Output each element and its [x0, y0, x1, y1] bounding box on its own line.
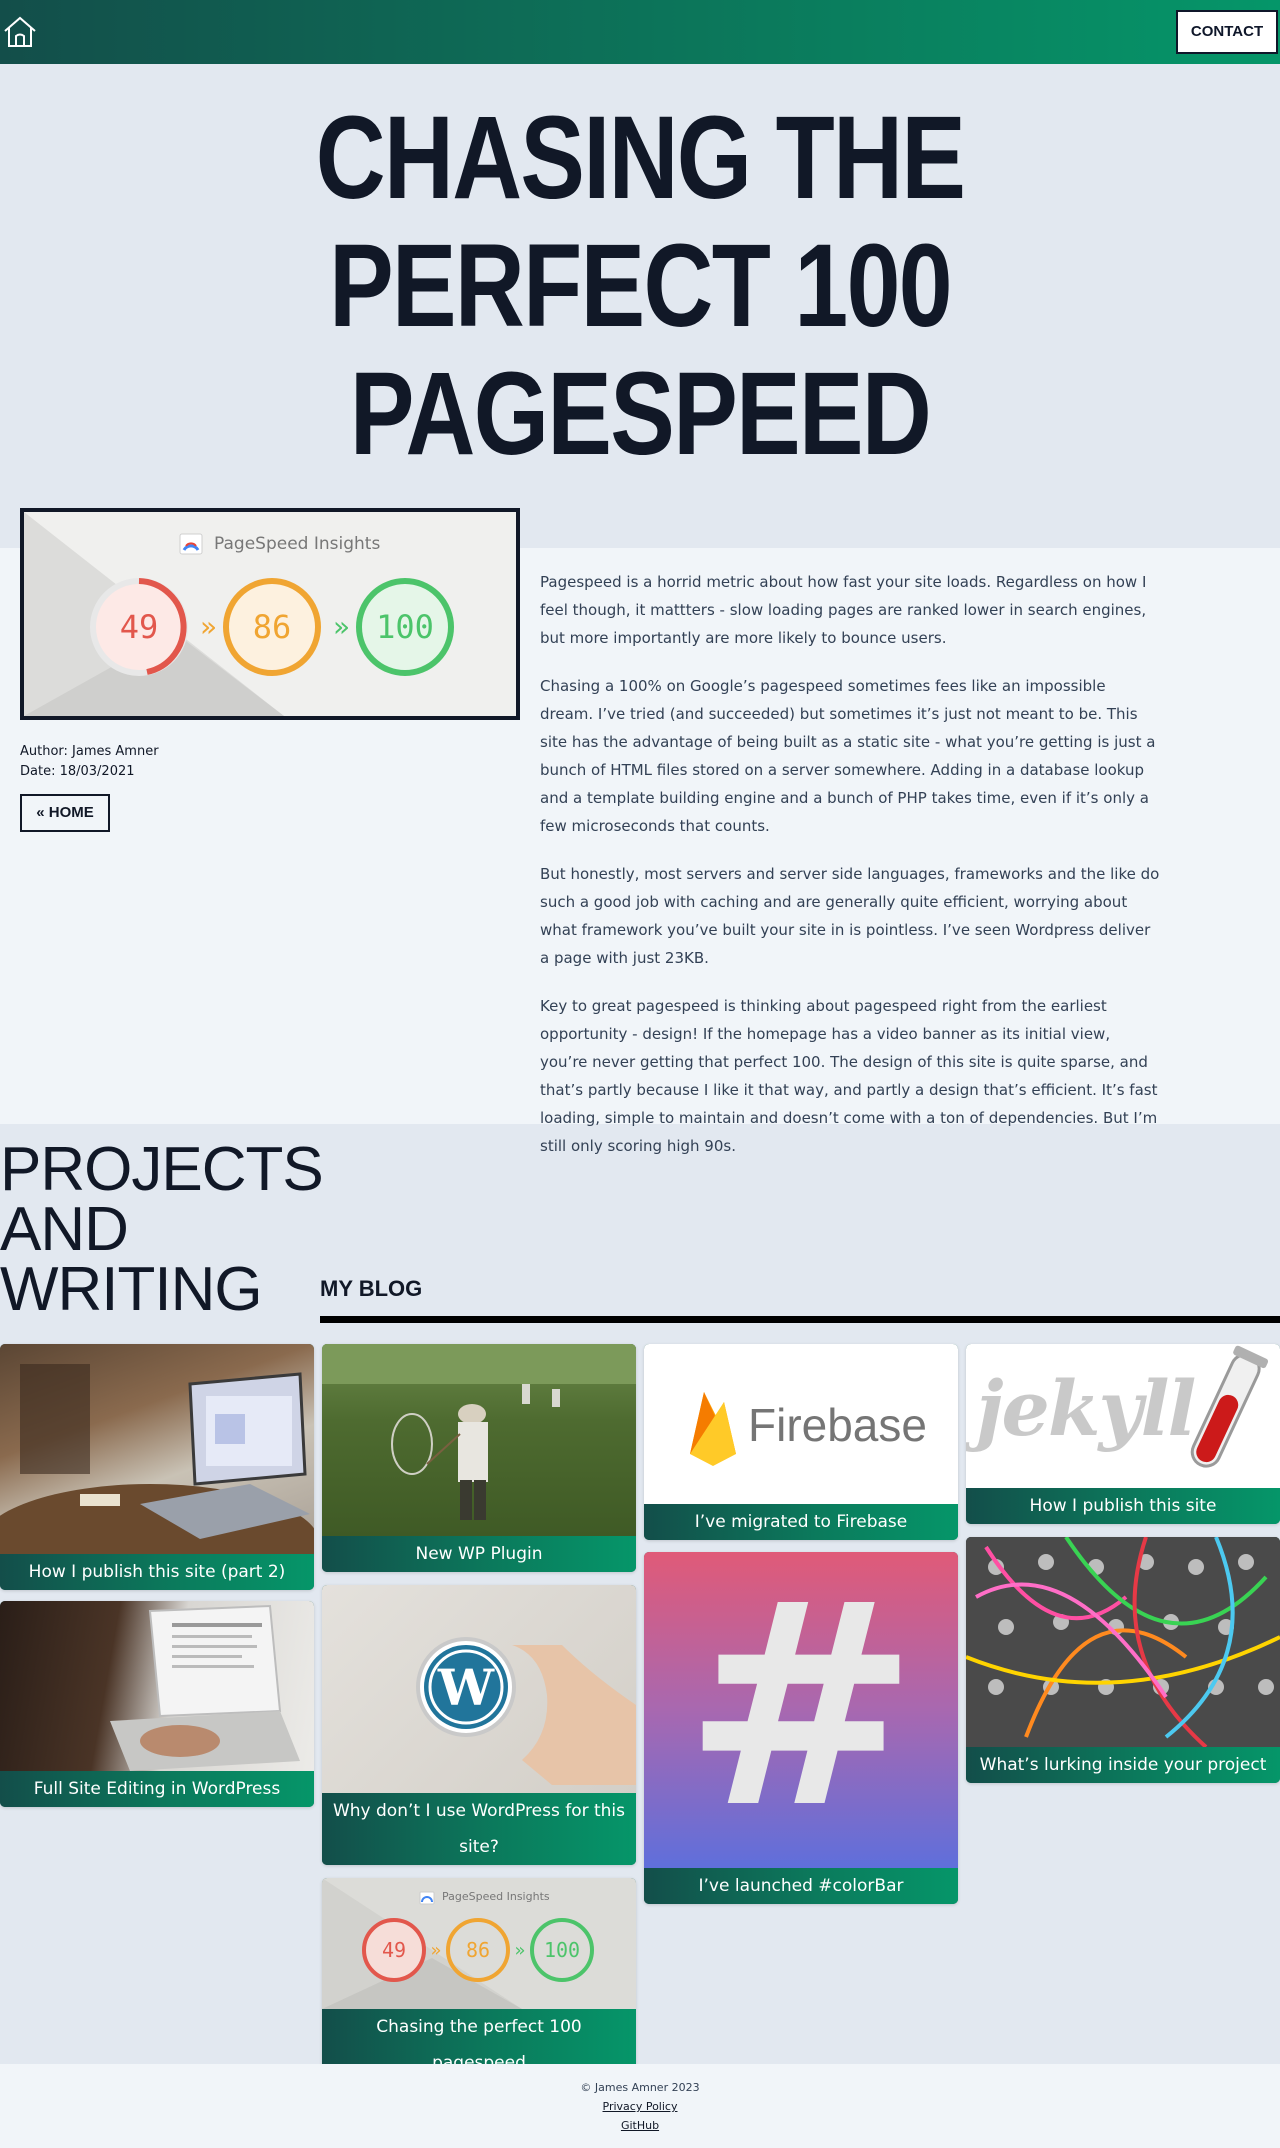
blog-card[interactable]: Full Site Editing in WordPress — [0, 1601, 314, 1807]
blog-card[interactable]: # I’ve launched #colorBar — [644, 1552, 958, 1904]
footer-copyright: © James Amner 2023 — [580, 2081, 700, 2094]
projects-title: Projects and writing — [0, 1135, 324, 1324]
score-green: 100 — [376, 608, 434, 646]
card-caption: What’s lurking inside your project — [966, 1747, 1280, 1783]
card-image — [322, 1344, 636, 1536]
blog-card[interactable]: jekyll How I publish this site — [966, 1344, 1280, 1524]
card-caption: I’ve migrated to Firebase — [644, 1504, 958, 1540]
blog-card[interactable]: Firebase I’ve migrated to Firebase — [644, 1344, 958, 1540]
score-red: 49 — [381, 1938, 407, 1962]
pagespeed-brand: PageSpeed Insights — [214, 534, 381, 554]
article-paragraph: But honestly, most servers and server si… — [540, 865, 1160, 967]
score-green: 100 — [543, 1938, 581, 1962]
score-red: 49 — [119, 608, 159, 646]
projects-title-line: writing — [0, 1255, 263, 1324]
svg-text:»: » — [430, 1940, 441, 1961]
blog-card[interactable]: New WP Plugin — [322, 1344, 636, 1572]
card-caption: How I publish this site (part 2) — [0, 1554, 314, 1590]
blog-heading: My Blog — [320, 1276, 423, 1301]
site-header: Contact — [0, 0, 1280, 64]
blog-card[interactable]: » » PageSpeed Insights 49 86 100 Chasing… — [322, 1878, 636, 2081]
card-image — [966, 1537, 1280, 1747]
card-image — [0, 1344, 314, 1554]
privacy-policy-link[interactable]: Privacy Policy — [0, 2097, 1280, 2116]
blog-divider — [320, 1316, 1280, 1323]
title-line: Chasing the — [315, 92, 966, 224]
featured-image: » » PageSpeed Insights 49 86 100 — [20, 508, 520, 720]
card-image: Firebase — [644, 1344, 958, 1504]
home-icon[interactable] — [2, 14, 38, 50]
title-line: pagespeed — [349, 348, 932, 480]
hero: Chasing the perfect 100 pagespeed — [0, 64, 1280, 548]
card-caption: Full Site Editing in WordPress — [0, 1771, 314, 1807]
blog-card[interactable]: How I publish this site (part 2) — [0, 1344, 314, 1590]
firebase-logo-text: Firebase — [748, 1399, 927, 1451]
projects-title-line: and — [0, 1195, 129, 1264]
colorbar-hash-glyph: # — [683, 1552, 919, 1868]
home-button[interactable]: « Home — [20, 794, 110, 832]
github-link[interactable]: GitHub — [0, 2116, 1280, 2135]
article-paragraph: Chasing a 100% on Google’s pagespeed som… — [540, 677, 1156, 835]
post-meta: Author: James Amner Date: 18/03/2021 — [20, 742, 159, 782]
card-caption: Why don’t I use WordPress for this site? — [322, 1793, 636, 1865]
card-image: # — [644, 1552, 958, 1868]
card-image: » » PageSpeed Insights 49 86 100 — [322, 1878, 636, 2009]
card-image: W — [322, 1585, 636, 1793]
blog-card[interactable]: What’s lurking inside your project — [966, 1537, 1280, 1783]
svg-text:»: » — [333, 610, 350, 643]
score-orange: 86 — [465, 1938, 491, 1962]
blog-card[interactable]: W Why don’t I use WordPress for this sit… — [322, 1585, 636, 1865]
title-line: perfect 100 — [329, 220, 953, 352]
card-caption: I’ve launched #colorBar — [644, 1868, 958, 1904]
site-footer: © James Amner 2023 Privacy Policy GitHub — [0, 2064, 1280, 2148]
page-title: Chasing the perfect 100 pagespeed — [230, 94, 1050, 478]
contact-button[interactable]: Contact — [1176, 10, 1278, 54]
article-body: Pagespeed is a horrid metric about how f… — [540, 568, 1160, 1180]
projects-title-line: Projects — [0, 1135, 324, 1204]
post-author: Author: James Amner — [20, 744, 159, 759]
card-caption: How I publish this site — [966, 1488, 1280, 1524]
score-orange: 86 — [252, 608, 292, 646]
svg-text:»: » — [200, 610, 217, 643]
card-image: jekyll — [966, 1344, 1280, 1488]
svg-text:W: W — [437, 1658, 495, 1717]
pagespeed-brand: PageSpeed Insights — [442, 1890, 550, 1903]
article-paragraph: Pagespeed is a horrid metric about how f… — [540, 573, 1147, 647]
article-paragraph: Key to great pagespeed is thinking about… — [540, 997, 1158, 1155]
svg-text:»: » — [514, 1940, 525, 1961]
post-date: Date: 18/03/2021 — [20, 764, 135, 779]
card-image — [0, 1601, 314, 1771]
card-caption: New WP Plugin — [322, 1536, 636, 1572]
